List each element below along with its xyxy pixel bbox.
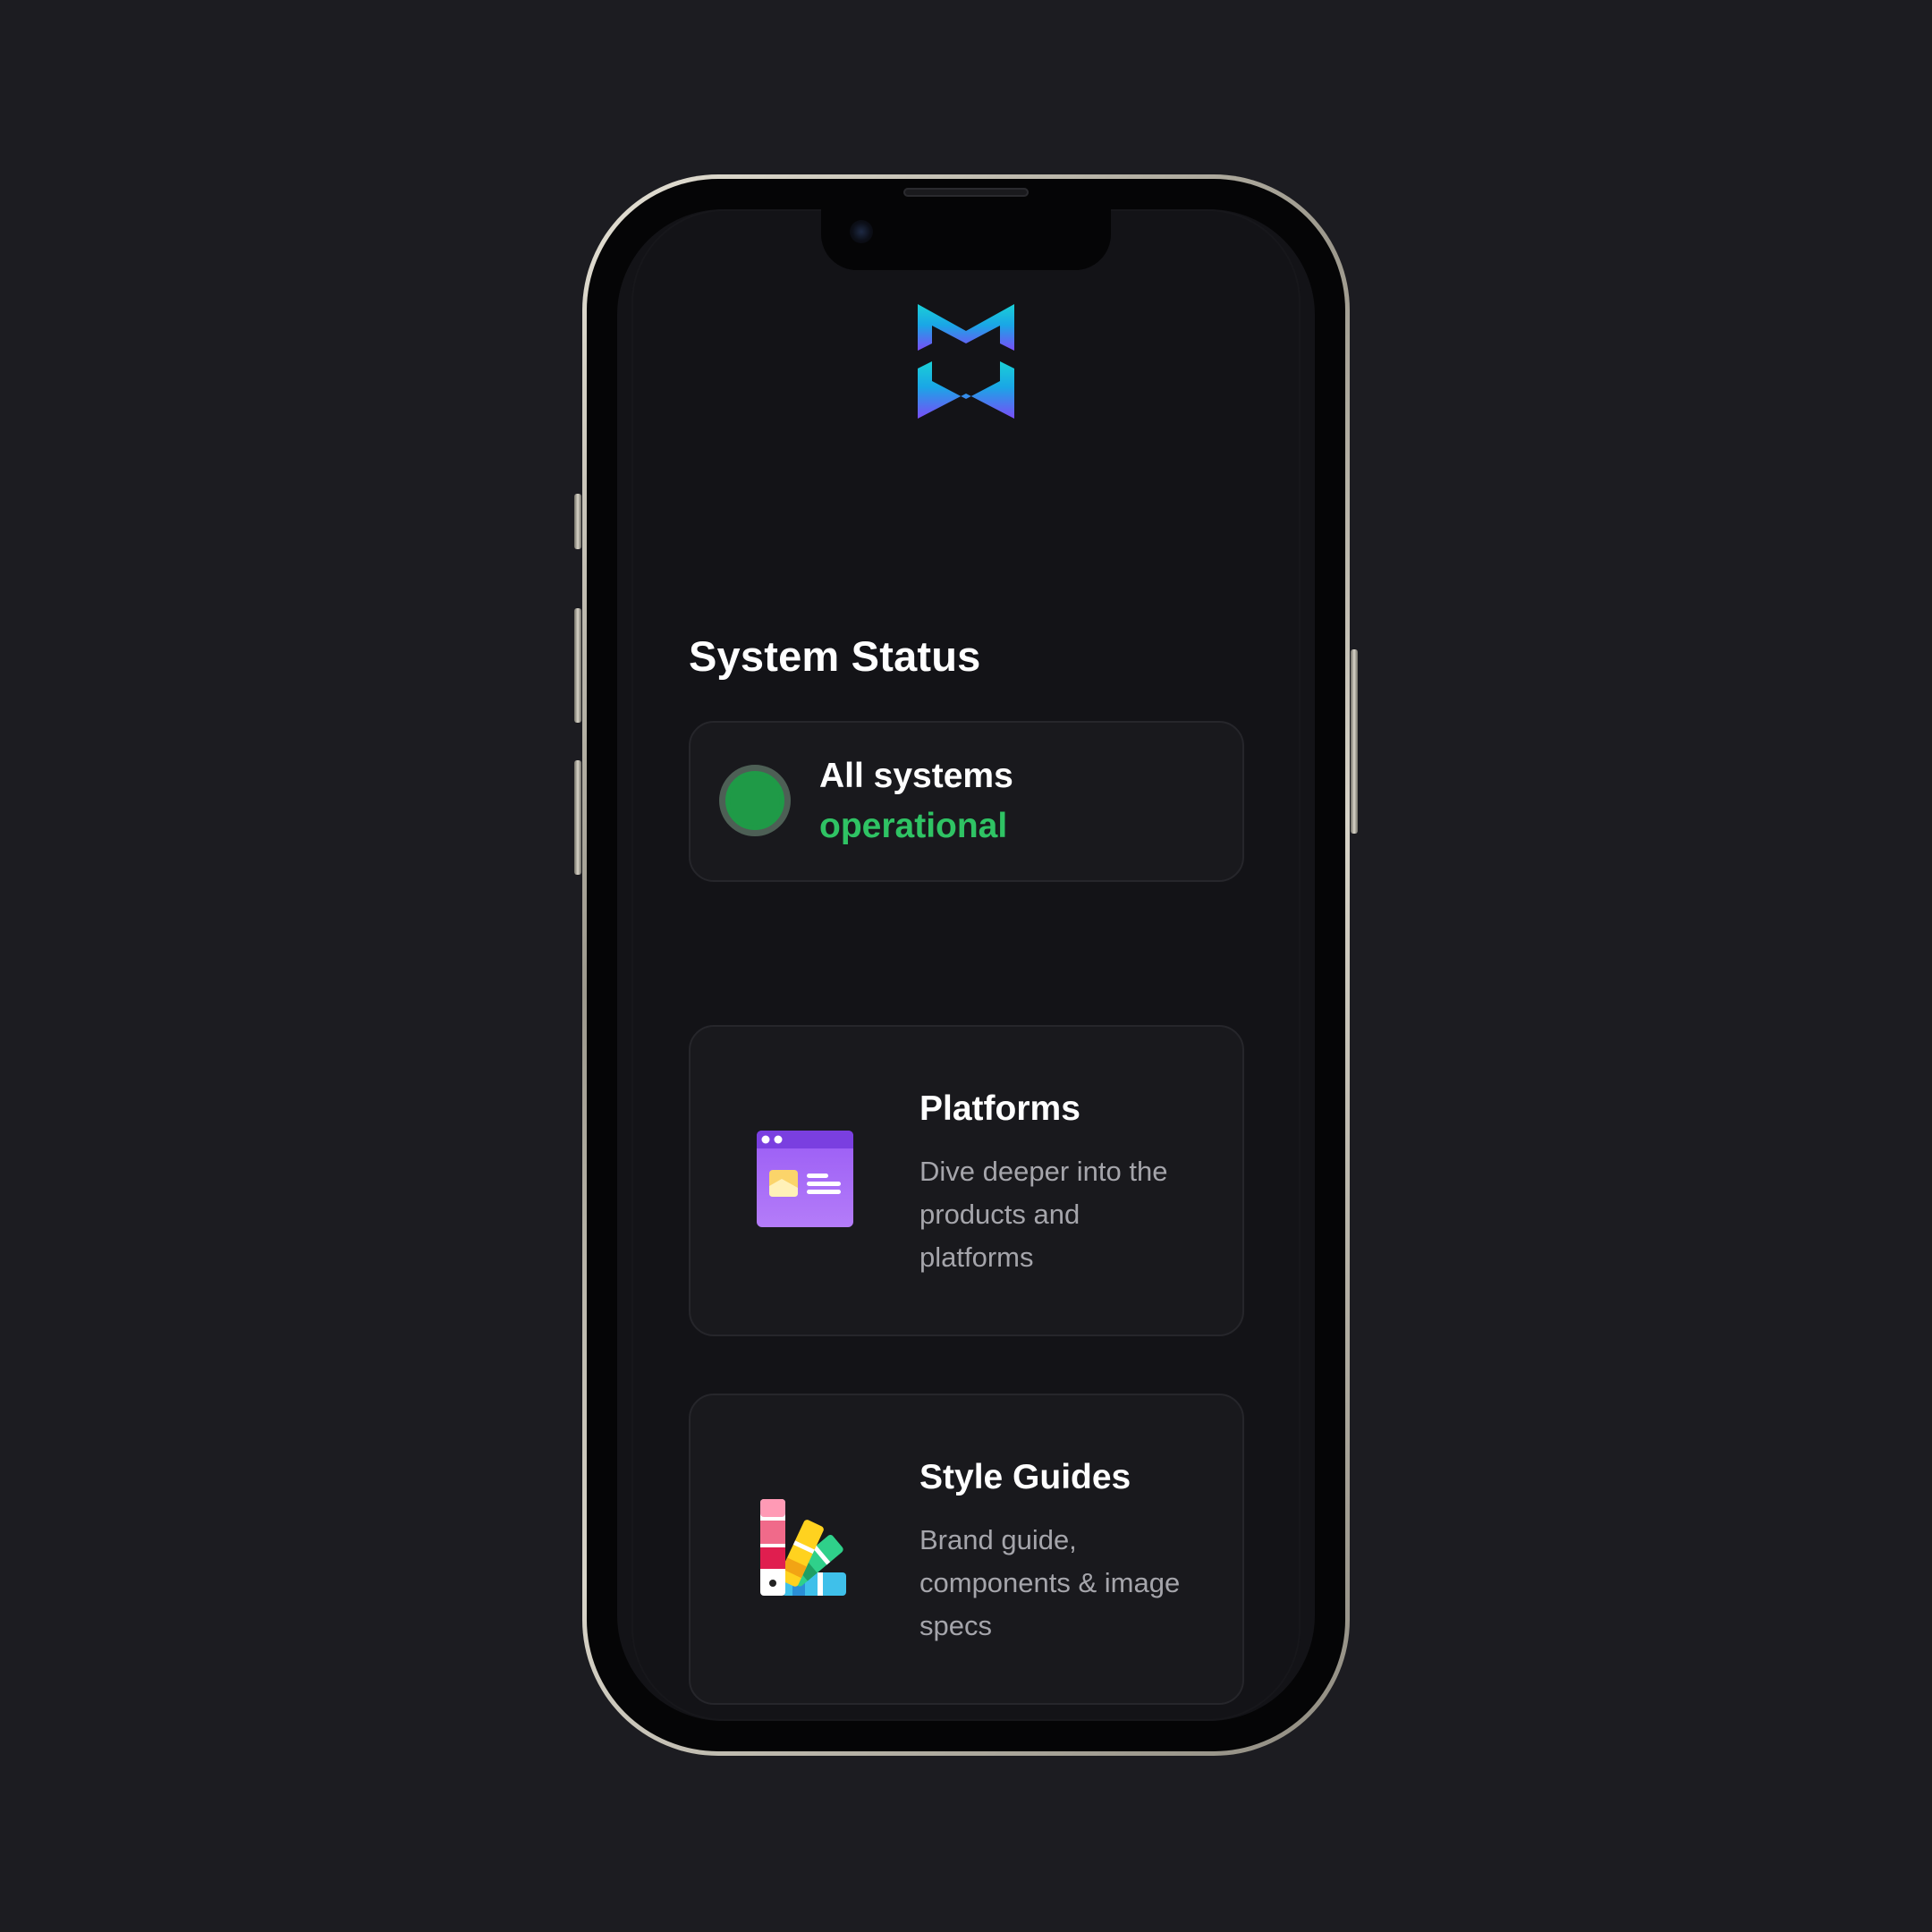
volume-down-button [574, 760, 581, 875]
system-status-heading: System Status [689, 632, 981, 680]
system-status-card[interactable]: All systems operational [689, 721, 1244, 882]
platforms-card[interactable]: Platforms Dive deeper into the products … [689, 1025, 1244, 1336]
style-guides-title: Style Guides [919, 1458, 1131, 1496]
status-indicator-core [730, 775, 780, 826]
status-text-line1: All systems [819, 757, 1013, 795]
style-guides-card[interactable]: Style Guides Brand guide, components & i… [689, 1394, 1244, 1705]
silent-switch [574, 494, 581, 549]
earpiece-speaker [903, 188, 1029, 197]
platforms-description: Dive deeper into the products and platfo… [919, 1156, 1168, 1273]
status-text-line2: operational [819, 807, 1008, 845]
mw-gradient-logo-icon[interactable] [918, 304, 1014, 419]
style-guides-description: Brand guide, components & image specs [919, 1524, 1181, 1641]
browser-window-icon [757, 1131, 853, 1227]
status-indicator-icon [719, 765, 791, 836]
color-swatch-fan-icon [760, 1499, 846, 1596]
stage: System Status All systems operational Pl… [0, 0, 1932, 1932]
volume-up-button [574, 608, 581, 723]
power-button [1351, 649, 1358, 834]
front-camera-icon [850, 220, 873, 243]
platforms-title: Platforms [919, 1089, 1080, 1128]
